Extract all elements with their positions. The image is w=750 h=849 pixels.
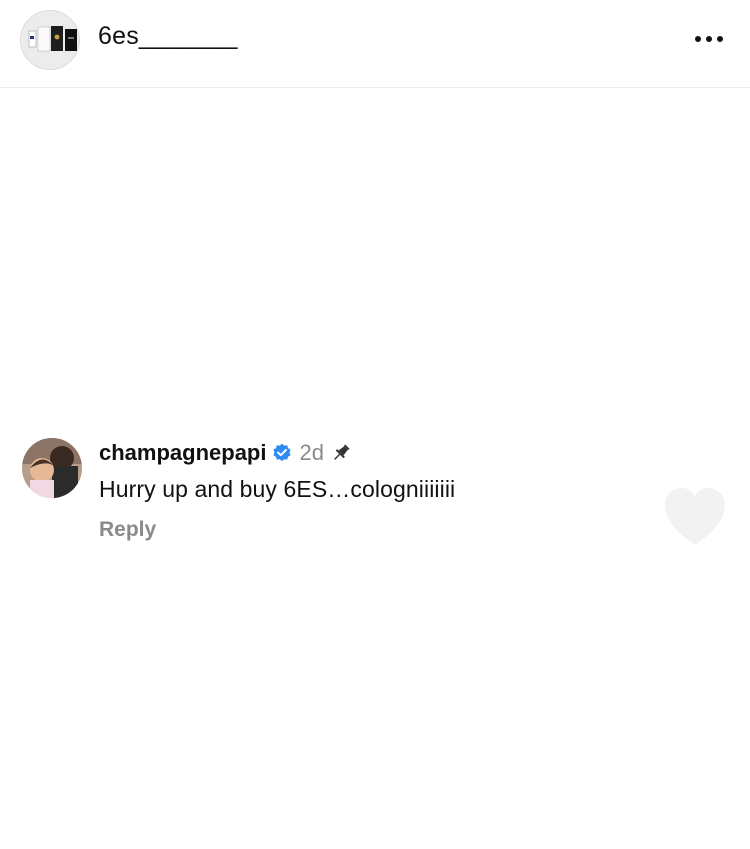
more-options-button[interactable] — [690, 26, 728, 52]
pinned-comment: champagnepapi 2d Hurry up and buy 6ES…co… — [0, 430, 750, 560]
more-horizontal-icon — [695, 36, 723, 42]
comment-timestamp: 2d — [299, 440, 324, 465]
comment-text: Hurry up and buy 6ES…cologniiiiiii — [99, 476, 456, 502]
comment-screen: 6es_______ champagnepapi 2d Hurry up and… — [0, 0, 750, 849]
post-header: 6es_______ — [0, 0, 750, 88]
pin-icon — [330, 442, 352, 464]
verified-badge-icon — [272, 443, 292, 463]
avatar-photo — [22, 438, 82, 498]
comment-avatar[interactable] — [22, 438, 82, 498]
post-username[interactable]: 6es_______ — [98, 22, 238, 51]
comment-meta: champagnepapi 2d — [99, 439, 352, 467]
post-avatar[interactable] — [20, 10, 80, 70]
like-heart-icon[interactable] — [660, 460, 730, 560]
product-photo-avatar — [21, 11, 79, 69]
reply-button[interactable]: Reply — [99, 518, 156, 542]
comment-username[interactable]: champagnepapi — [99, 440, 266, 466]
